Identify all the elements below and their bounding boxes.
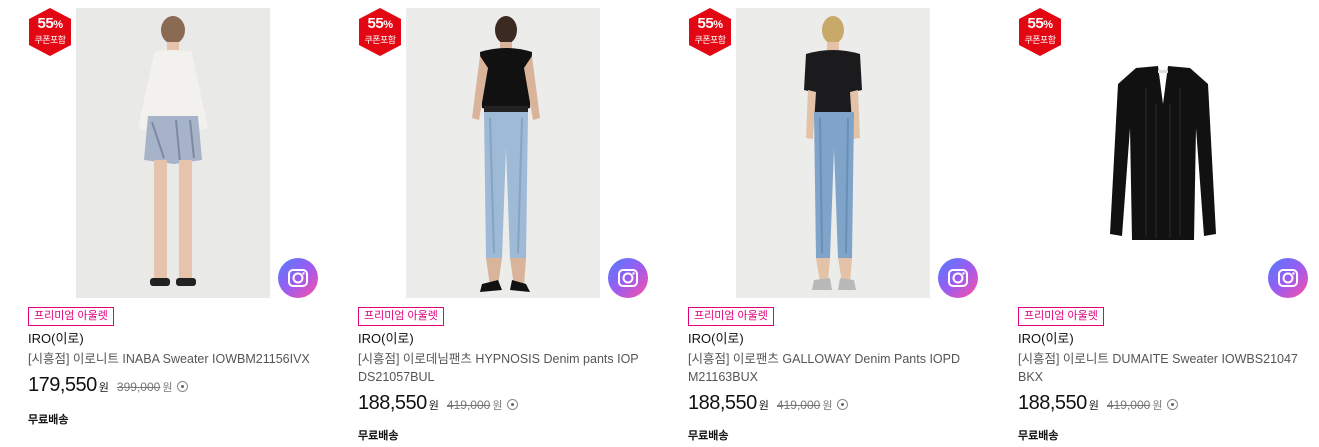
original-currency-label: 원 [1152, 400, 1163, 412]
discount-percent: 55% [367, 15, 393, 32]
price-row: 188,550 원 419,000 원 [358, 392, 519, 416]
price-info-icon[interactable] [837, 399, 849, 410]
product-image-area[interactable]: 55% 쿠폰포함 [688, 0, 988, 298]
camera-icon [948, 269, 968, 287]
product-name[interactable]: [시흥점] 이로니트 DUMAITE Sweater IOWBS21047BKX [1018, 350, 1300, 386]
model-photo-icon [406, 8, 600, 298]
product-name[interactable]: [시흥점] 이로니트 INABA Sweater IOWBM21156IVX [28, 350, 310, 368]
product-image-area[interactable]: 55% 쿠폰포함 [28, 0, 328, 298]
product-grid: 55% 쿠폰포함 프리미엄 아울렛 IRO(이로) [시흥점] 이로니트 INA… [0, 0, 1319, 447]
price-row: 179,550 원 399,000 원 [28, 374, 189, 398]
price-info-icon[interactable] [177, 381, 189, 392]
free-shipping-label: 무료배송 [1018, 430, 1059, 442]
sale-price: 179,550 [28, 374, 97, 396]
coupon-label: 쿠폰포함 [34, 35, 66, 45]
camera-search-button[interactable] [938, 258, 978, 298]
model-photo-icon [76, 8, 270, 298]
currency-label: 원 [758, 400, 769, 412]
discount-badge: 55% 쿠폰포함 [1019, 8, 1061, 56]
original-price: 419,000 [446, 398, 491, 412]
brand-name[interactable]: IRO(이로) [28, 331, 84, 347]
camera-icon [288, 269, 308, 287]
product-card[interactable]: 55% 쿠폰포함 프리미엄 아울렛 IRO(이로) [시흥점] 이로니트 INA… [28, 0, 328, 447]
coupon-label: 쿠폰포함 [364, 35, 396, 45]
brand-name[interactable]: IRO(이로) [358, 331, 414, 347]
product-photo[interactable] [1066, 8, 1260, 298]
discount-percent: 55% [1027, 15, 1053, 32]
original-price: 419,000 [1106, 398, 1151, 412]
original-currency-label: 원 [492, 400, 503, 412]
premium-outlet-tag: 프리미엄 아울렛 [358, 307, 444, 326]
coupon-label: 쿠폰포함 [694, 35, 726, 45]
product-card[interactable]: 55% 쿠폰포함 프리미엄 아울렛 IRO(이로) [시흥점] 이로데님팬츠 H… [358, 0, 658, 447]
original-price: 399,000 [116, 380, 161, 394]
sale-price: 188,550 [358, 392, 427, 414]
premium-outlet-tag: 프리미엄 아울렛 [688, 307, 774, 326]
original-currency-label: 원 [822, 400, 833, 412]
currency-label: 원 [428, 400, 439, 412]
product-photo[interactable] [406, 8, 600, 298]
discount-percent: 55% [697, 15, 723, 32]
discount-badge: 55% 쿠폰포함 [359, 8, 401, 56]
model-photo-icon [736, 8, 930, 298]
product-card[interactable]: 55% 쿠폰포함 프리미엄 아울렛 IRO(이로) [시흥점] 이로팬츠 GAL… [688, 0, 988, 447]
discount-badge: 55% 쿠폰포함 [689, 8, 731, 56]
product-photo[interactable] [76, 8, 270, 298]
free-shipping-label: 무료배송 [358, 430, 399, 442]
sale-price: 188,550 [688, 392, 757, 414]
camera-search-button[interactable] [608, 258, 648, 298]
sale-price: 188,550 [1018, 392, 1087, 414]
price-info-icon[interactable] [507, 399, 519, 410]
product-card[interactable]: 55% 쿠폰포함 프리미엄 아울렛 IRO(이로) [시흥점] 이로니트 DUM… [1018, 0, 1318, 447]
discount-percent: 55% [37, 15, 63, 32]
product-photo[interactable] [736, 8, 930, 298]
product-photo-icon [1066, 8, 1260, 298]
currency-label: 원 [1088, 400, 1099, 412]
product-name[interactable]: [시흥점] 이로팬츠 GALLOWAY Denim Pants IOPDM211… [688, 350, 970, 386]
camera-search-button[interactable] [278, 258, 318, 298]
camera-search-button[interactable] [1268, 258, 1308, 298]
premium-outlet-tag: 프리미엄 아울렛 [28, 307, 114, 326]
brand-name[interactable]: IRO(이로) [1018, 331, 1074, 347]
product-name[interactable]: [시흥점] 이로데님팬츠 HYPNOSIS Denim pants IOPDS2… [358, 350, 640, 386]
camera-icon [1278, 269, 1298, 287]
camera-icon [618, 269, 638, 287]
original-price: 419,000 [776, 398, 821, 412]
coupon-label: 쿠폰포함 [1024, 35, 1056, 45]
price-row: 188,550 원 419,000 원 [688, 392, 849, 416]
original-currency-label: 원 [162, 382, 173, 394]
brand-name[interactable]: IRO(이로) [688, 331, 744, 347]
price-info-icon[interactable] [1167, 399, 1179, 410]
product-image-area[interactable]: 55% 쿠폰포함 [358, 0, 658, 298]
free-shipping-label: 무료배송 [688, 430, 729, 442]
premium-outlet-tag: 프리미엄 아울렛 [1018, 307, 1104, 326]
free-shipping-label: 무료배송 [28, 414, 69, 426]
discount-badge: 55% 쿠폰포함 [29, 8, 71, 56]
currency-label: 원 [98, 382, 109, 394]
product-image-area[interactable]: 55% 쿠폰포함 [1018, 0, 1318, 298]
price-row: 188,550 원 419,000 원 [1018, 392, 1179, 416]
